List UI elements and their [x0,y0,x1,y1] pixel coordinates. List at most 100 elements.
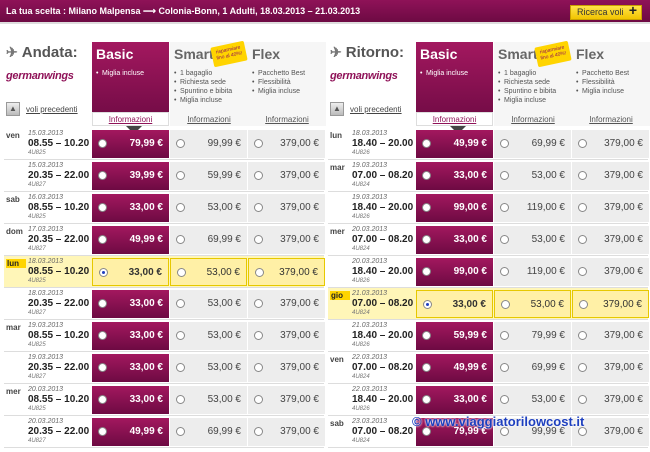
fare-radio[interactable] [422,235,431,244]
fare-radio[interactable] [578,363,587,372]
fare-radio[interactable] [98,203,107,212]
fare-info-link[interactable]: Informazioni [92,112,169,126]
fare-radio[interactable] [422,171,431,180]
fare-option-basic[interactable]: 33,00 € [92,322,169,350]
fare-radio[interactable] [98,139,107,148]
fare-option-basic[interactable]: 39,99 € [92,162,169,190]
fare-radio[interactable] [98,363,107,372]
fare-option-flex[interactable]: 379,00 € [572,130,649,158]
fare-radio[interactable] [254,139,263,148]
fare-radio[interactable] [98,331,107,340]
fare-radio[interactable] [422,363,431,372]
fare-option-flex[interactable]: 379,00 € [572,354,649,382]
fare-info-link[interactable]: Informazioni [248,115,326,124]
fare-option-smart[interactable]: 69,99 € [494,354,571,382]
fare-option-smart[interactable]: 119,00 € [494,194,571,222]
fare-radio[interactable] [501,300,510,309]
fare-radio[interactable] [176,395,185,404]
fare-option-flex[interactable]: 379,00 € [248,130,325,158]
fare-option-flex[interactable]: 379,00 € [248,226,325,254]
fare-option-flex[interactable]: 379,00 € [248,354,325,382]
fare-option-basic[interactable]: 79,99 € [92,130,169,158]
fare-radio[interactable] [500,171,509,180]
fare-radio[interactable] [254,331,263,340]
fare-option-basic[interactable]: 33,00 € [92,258,169,286]
fare-radio[interactable] [422,203,431,212]
fare-option-flex[interactable]: 379,00 € [248,194,325,222]
new-search-button[interactable]: Ricerca voli + [570,3,642,20]
fare-option-flex[interactable]: 379,00 € [572,322,649,350]
fare-option-smart[interactable]: 69,99 € [170,226,247,254]
fare-option-flex[interactable]: 379,00 € [572,226,649,254]
fare-option-smart[interactable]: 53,00 € [170,386,247,414]
fare-radio[interactable] [176,363,185,372]
fare-radio[interactable] [176,427,185,436]
fare-radio[interactable] [500,203,509,212]
fare-radio[interactable] [422,267,431,276]
fare-radio[interactable] [500,331,509,340]
fare-radio[interactable] [422,139,431,148]
fare-option-flex[interactable]: 379,00 € [248,322,325,350]
fare-radio[interactable] [500,395,509,404]
fare-radio[interactable] [98,235,107,244]
fare-radio[interactable] [578,139,587,148]
fare-info-link[interactable]: Informazioni [494,115,572,124]
fare-option-basic[interactable]: 33,00 € [416,290,493,318]
fare-option-basic[interactable]: 33,00 € [416,162,493,190]
fare-radio[interactable] [254,203,263,212]
fare-option-smart[interactable]: 79,99 € [494,322,571,350]
fare-option-flex[interactable]: 379,00 € [248,162,325,190]
fare-radio[interactable] [176,331,185,340]
fare-option-smart[interactable]: 53,00 € [170,258,247,286]
fare-radio[interactable] [254,395,263,404]
fare-radio[interactable] [254,171,263,180]
fare-radio[interactable] [422,395,431,404]
fare-option-smart[interactable]: 53,00 € [170,322,247,350]
fare-radio[interactable] [176,203,185,212]
arrow-up-icon[interactable]: ▲ [330,102,344,116]
fare-radio[interactable] [578,267,587,276]
fare-option-flex[interactable]: 379,00 € [572,386,649,414]
fare-option-flex[interactable]: 379,00 € [248,418,325,446]
fare-radio[interactable] [578,235,587,244]
fare-option-basic[interactable]: 33,00 € [92,194,169,222]
fare-option-flex[interactable]: 379,00 € [572,162,649,190]
fare-option-smart[interactable]: 69,99 € [494,130,571,158]
fare-option-basic[interactable]: 99,00 € [416,258,493,286]
fare-option-basic[interactable]: 59,99 € [416,322,493,350]
fare-radio[interactable] [177,268,186,277]
fare-option-flex[interactable]: 379,00 € [572,290,649,318]
fare-radio[interactable] [98,171,107,180]
fare-radio[interactable] [578,171,587,180]
arrow-up-icon[interactable]: ▲ [6,102,20,116]
fare-option-flex[interactable]: 379,00 € [572,194,649,222]
fare-option-smart[interactable]: 53,00 € [494,290,571,318]
fare-option-basic[interactable]: 33,00 € [92,290,169,318]
previous-flights-link[interactable]: voli precedenti [26,105,78,114]
previous-flights-link[interactable]: voli precedenti [350,105,402,114]
fare-option-smart[interactable]: 53,00 € [494,386,571,414]
fare-option-basic[interactable]: 49,99 € [92,418,169,446]
fare-radio[interactable] [254,299,263,308]
fare-option-smart[interactable]: 53,00 € [494,226,571,254]
fare-radio[interactable] [500,235,509,244]
fare-option-flex[interactable]: 379,00 € [248,290,325,318]
fare-radio[interactable] [422,331,431,340]
fare-option-basic[interactable]: 49,99 € [416,354,493,382]
fare-option-basic[interactable]: 33,00 € [92,354,169,382]
fare-info-link[interactable]: Informazioni [416,112,493,126]
fare-option-smart[interactable]: 99,99 € [170,130,247,158]
fare-option-basic[interactable]: 33,00 € [416,226,493,254]
fare-option-flex[interactable]: 379,00 € [248,386,325,414]
fare-option-flex[interactable]: 379,00 € [572,258,649,286]
fare-option-basic[interactable]: 33,00 € [92,386,169,414]
fare-radio[interactable] [500,139,509,148]
fare-option-flex[interactable]: 379,00 € [248,258,325,286]
fare-radio[interactable] [578,203,587,212]
fare-radio[interactable] [98,427,107,436]
fare-option-smart[interactable]: 53,00 € [494,162,571,190]
fare-info-link[interactable]: Informazioni [170,115,248,124]
fare-option-basic[interactable]: 49,99 € [416,130,493,158]
fare-option-smart[interactable]: 53,00 € [170,194,247,222]
fare-option-basic[interactable]: 49,99 € [92,226,169,254]
